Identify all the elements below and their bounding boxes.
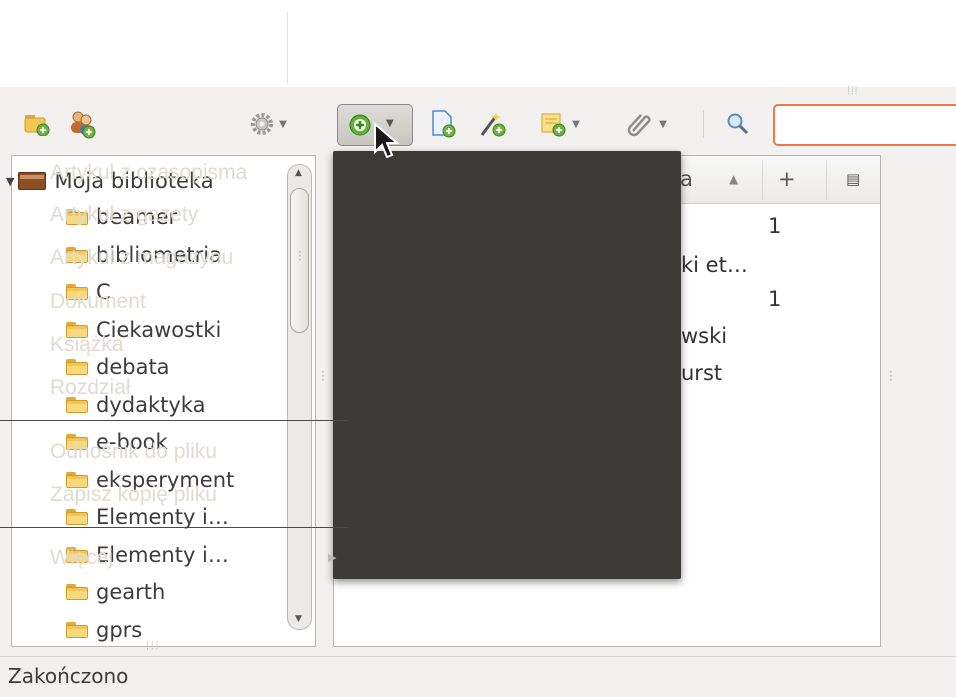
pane-grip-icon[interactable]: · · · <box>298 246 302 266</box>
top-divider <box>287 12 288 84</box>
menu-item-magazine-article[interactable]: Artykuł z magazynu <box>50 246 233 270</box>
search-input[interactable] <box>773 104 956 146</box>
menu-separator <box>0 420 348 421</box>
menu-item-store-copy-of-file[interactable]: Zapisz kopię pliku <box>50 483 217 507</box>
menu-item-newspaper-article[interactable]: Artykuł z gazety <box>50 203 198 227</box>
new-note-button[interactable] <box>478 109 508 139</box>
status-text: Zakończono <box>8 664 129 688</box>
table-cell: ki et… <box>681 253 748 277</box>
paperclip-icon <box>627 114 651 137</box>
table-cell: urst <box>681 361 723 385</box>
sort-ascending-icon[interactable]: ▲ <box>729 172 738 186</box>
new-item-menu <box>333 151 681 579</box>
menu-separator <box>0 527 348 528</box>
table-cell: 1 <box>768 287 782 311</box>
scroll-up-arrow-icon[interactable]: ▲ <box>295 168 302 178</box>
search-mode-button[interactable] <box>722 110 754 138</box>
table-cell: 1 <box>768 214 782 238</box>
tree-item-collection[interactable]: gearth <box>66 574 165 610</box>
column-picker-icon[interactable]: ▤ <box>846 170 860 188</box>
status-bar <box>0 658 956 697</box>
magnifier-icon <box>727 113 749 135</box>
menu-item-more[interactable]: Więcej <box>50 546 113 570</box>
column-header-add[interactable]: + <box>778 167 796 191</box>
new-standalone-note-button[interactable]: ▼ <box>532 110 588 138</box>
menu-item-document[interactable]: Dokument <box>50 290 146 314</box>
tree-item-label: Elementy i… <box>96 505 229 529</box>
pane-grip-icon[interactable]: · · · <box>321 366 325 386</box>
folder-icon <box>66 584 88 600</box>
menu-item-link-to-file[interactable]: Odnośnik do pliku <box>50 440 217 464</box>
menu-item-book[interactable]: Książka <box>50 333 124 357</box>
tree-item-label: gearth <box>96 580 166 604</box>
table-cell: wski <box>681 324 728 348</box>
add-by-identifier-button[interactable] <box>428 109 458 139</box>
status-divider <box>0 656 956 657</box>
plus-circle-icon <box>349 114 371 136</box>
folder-icon <box>66 509 88 525</box>
note-add-icon <box>541 113 566 137</box>
collection-list: beamer bibliometria C Ciekawostki debata dyda… <box>0 0 287 646</box>
menu-item-book-section[interactable]: Rozdział <box>50 376 131 400</box>
add-attachment-button[interactable]: ▼ <box>618 110 676 138</box>
pane-grip-icon[interactable]: · · · <box>889 366 893 386</box>
column-header-creator[interactable]: a <box>680 167 693 191</box>
wand-add-icon <box>480 113 506 137</box>
pane-resize-grip[interactable]: ┊┊┊ <box>846 86 858 95</box>
mouse-pointer-icon <box>374 122 399 159</box>
menu-item-journal-article[interactable]: Artykuł z czasopisma <box>50 161 247 185</box>
folder-icon <box>66 621 88 638</box>
header-separator <box>826 160 827 200</box>
chevron-down-icon: ▼ <box>659 118 667 130</box>
header-separator <box>762 160 763 200</box>
submenu-arrow-icon: ▶ <box>328 551 337 564</box>
document-add-icon <box>432 110 456 138</box>
tree-item-label: gprs <box>96 617 143 642</box>
tree-item-label: Elementy i… <box>96 542 229 567</box>
pane-grip-icon[interactable]: ┊┊┊ <box>145 642 159 650</box>
folder-icon <box>66 359 88 375</box>
scroll-down-arrow-icon[interactable]: ▼ <box>295 614 302 624</box>
chevron-down-icon: ▼ <box>572 118 580 130</box>
toolbar-separator <box>703 110 704 138</box>
tree-item-collection[interactable]: gprs <box>66 612 142 647</box>
